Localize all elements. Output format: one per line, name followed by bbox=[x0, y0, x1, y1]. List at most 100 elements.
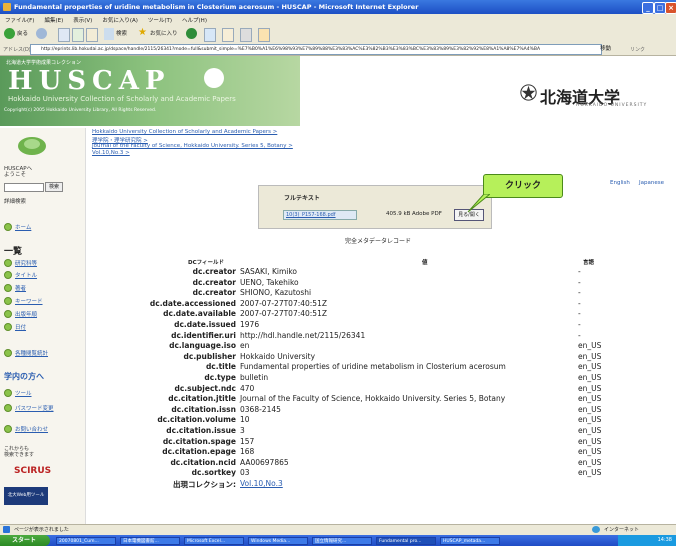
field-name: dc.date.accessioned bbox=[149, 298, 236, 308]
bullet-icon bbox=[4, 404, 12, 412]
close-button[interactable]: × bbox=[665, 2, 676, 14]
table-row: dc.citation.ncid AA00697865 en_US bbox=[100, 458, 660, 469]
english-link[interactable]: English bbox=[610, 180, 630, 186]
field-language: en_US bbox=[578, 436, 602, 446]
taskbar-item[interactable]: 日本電機図書館... bbox=[120, 537, 180, 545]
huscap-logo[interactable]: HUSCAP bbox=[8, 66, 170, 96]
menu-edit[interactable]: 編集(E) bbox=[44, 16, 63, 24]
breadcrumb-root[interactable]: Hokkaido University Collection of Schola… bbox=[92, 129, 277, 135]
breadcrumb-volume[interactable]: Vol.10,No.3 > bbox=[92, 150, 130, 156]
home-icon[interactable] bbox=[86, 28, 98, 42]
favorites-button-label[interactable]: お気に入り bbox=[150, 28, 178, 40]
mail-icon[interactable] bbox=[222, 28, 234, 42]
field-value: 3 bbox=[240, 426, 245, 435]
sidebar-item-title[interactable]: タイトル bbox=[15, 271, 37, 279]
address-input[interactable]: http://eprints.lib.hokudai.ac.jp/dspace/… bbox=[30, 44, 602, 55]
sidebar-welcome: HUSCAPへ ようこそ bbox=[4, 166, 33, 178]
sidebar-item-keyword[interactable]: キーワード bbox=[15, 297, 43, 305]
search-button-label[interactable]: 検索 bbox=[116, 28, 127, 40]
banner-copyright: Copyright(c) 2005 Hokkaido University Li… bbox=[4, 108, 157, 113]
field-language: en_US bbox=[578, 457, 602, 467]
field-name: dc.date.issued bbox=[174, 320, 236, 329]
sidebar-search-button[interactable]: 検索 bbox=[45, 182, 63, 192]
taskbar-item-active[interactable]: Fundamental pro... bbox=[376, 537, 436, 545]
field-language: - bbox=[578, 288, 581, 298]
japanese-link[interactable]: Japanese bbox=[639, 180, 664, 186]
status-text: ページが表示されました bbox=[14, 527, 69, 533]
university-name-en: HOKKAIDO UNIVERSITY bbox=[576, 103, 648, 108]
menu-help[interactable]: ヘルプ(H) bbox=[182, 16, 207, 24]
security-zone: インターネット bbox=[604, 527, 640, 533]
bullet-icon bbox=[4, 284, 12, 292]
breadcrumb-journal[interactable]: Journal of the Faculty of Science, Hokka… bbox=[92, 143, 293, 149]
sidebar-item-stats[interactable]: 各種閲覧統計 bbox=[15, 349, 48, 357]
field-value: 2007-07-27T07:40:51Z bbox=[240, 309, 327, 319]
bullet-icon bbox=[4, 297, 12, 305]
folder-icon[interactable] bbox=[258, 28, 270, 42]
sidebar-item-author[interactable]: 著者 bbox=[15, 284, 26, 292]
table-row: dc.creator SASAKI, Kimiko - bbox=[100, 267, 660, 278]
scirus-logo[interactable]: SCIRUS bbox=[14, 466, 51, 476]
media-icon[interactable] bbox=[186, 28, 197, 39]
field-name: dc.language.iso bbox=[169, 341, 236, 351]
sidebar-item-year[interactable]: 出版年順 bbox=[15, 310, 37, 318]
browse-heading: 一覧 bbox=[4, 247, 23, 257]
menu-favorites[interactable]: お気に入り(A) bbox=[102, 16, 138, 24]
system-tray-clock[interactable]: 14:38 bbox=[618, 535, 676, 546]
go-button[interactable]: 移動 bbox=[600, 44, 611, 52]
refresh-icon[interactable] bbox=[72, 28, 84, 42]
file-size: 405.9 kB bbox=[386, 211, 411, 217]
field-name: dc.citation.ncid bbox=[170, 457, 236, 467]
address-bar: アドレス(D) http://eprints.lib.hokudai.ac.jp… bbox=[0, 43, 676, 56]
field-value: 10 bbox=[240, 415, 250, 425]
sidebar-item-tools[interactable]: ツール bbox=[15, 389, 32, 397]
field-value: 03 bbox=[240, 468, 250, 478]
search-icon[interactable] bbox=[104, 28, 114, 40]
collection-label: 北海道大学学術成果コレクション bbox=[6, 60, 82, 66]
minimize-button[interactable]: _ bbox=[642, 2, 654, 14]
sidebar-searchable-text: これからも 検索できます bbox=[4, 446, 35, 458]
table-row: dc.subject.ndc 470 en_US bbox=[100, 384, 660, 395]
taskbar-item[interactable]: Microsoft Excel... bbox=[184, 537, 244, 545]
favorites-star-icon[interactable]: ★ bbox=[138, 28, 148, 40]
field-language: - bbox=[578, 309, 581, 319]
taskbar-item[interactable]: HUSCAP_metada... bbox=[440, 537, 500, 545]
field-name: 出現コレクション: bbox=[173, 480, 236, 489]
start-button[interactable]: スタート bbox=[0, 535, 50, 546]
logo-circle-icon bbox=[204, 68, 224, 88]
taskbar-item[interactable]: Windows Media... bbox=[248, 537, 308, 545]
advanced-search-link[interactable]: 詳細検索 bbox=[4, 197, 26, 205]
header-dc-field: DCフィールド bbox=[188, 260, 224, 266]
sidebar-item-department[interactable]: 研究科等 bbox=[15, 259, 37, 267]
back-arrow-icon[interactable] bbox=[4, 28, 15, 39]
field-language: - bbox=[578, 267, 581, 276]
sidebar-item-date[interactable]: 日付 bbox=[15, 323, 26, 331]
header-value: 値 bbox=[422, 260, 428, 266]
field-value: SHIONO, Kazutoshi bbox=[240, 288, 312, 298]
sidebar-search-input[interactable] bbox=[4, 183, 44, 192]
links-label[interactable]: リンク bbox=[630, 46, 645, 53]
collection-link[interactable]: Vol.10,No.3 bbox=[240, 479, 283, 488]
sidebar-contact-link[interactable]: お問い合わせ bbox=[15, 425, 48, 433]
taskbar-item[interactable]: 20070801_Cum... bbox=[56, 537, 116, 545]
menu-file[interactable]: ファイル(F) bbox=[5, 16, 34, 24]
pdf-file-link[interactable]: 10(3)_P157-168.pdf bbox=[283, 210, 357, 220]
back-button-label[interactable]: 戻る bbox=[17, 28, 28, 40]
stop-icon[interactable] bbox=[58, 28, 70, 42]
field-value: 470 bbox=[240, 383, 255, 393]
internet-zone-icon bbox=[592, 526, 600, 533]
field-name: dc.identifier.uri bbox=[171, 330, 236, 340]
home-bullet-icon bbox=[4, 223, 12, 231]
forward-arrow-icon[interactable] bbox=[36, 28, 47, 39]
print-icon[interactable] bbox=[240, 28, 252, 42]
history-icon[interactable] bbox=[204, 28, 216, 42]
menu-tools[interactable]: ツール(T) bbox=[148, 16, 172, 24]
researchers-heading: 学内の方へ bbox=[4, 372, 44, 381]
taskbar-item[interactable]: 国立情報研究... bbox=[312, 537, 372, 545]
banner-subtitle: Hokkaido University Collection of Schola… bbox=[8, 95, 236, 103]
sidebar-item-password[interactable]: パスワード変更 bbox=[15, 404, 54, 412]
sidebar-banner[interactable]: 北大Web用ツール bbox=[4, 487, 48, 505]
field-value: http://hdl.handle.net/2115/26341 bbox=[240, 330, 366, 340]
sidebar-home-link[interactable]: ホーム bbox=[15, 223, 31, 231]
menu-view[interactable]: 表示(V) bbox=[73, 16, 92, 24]
